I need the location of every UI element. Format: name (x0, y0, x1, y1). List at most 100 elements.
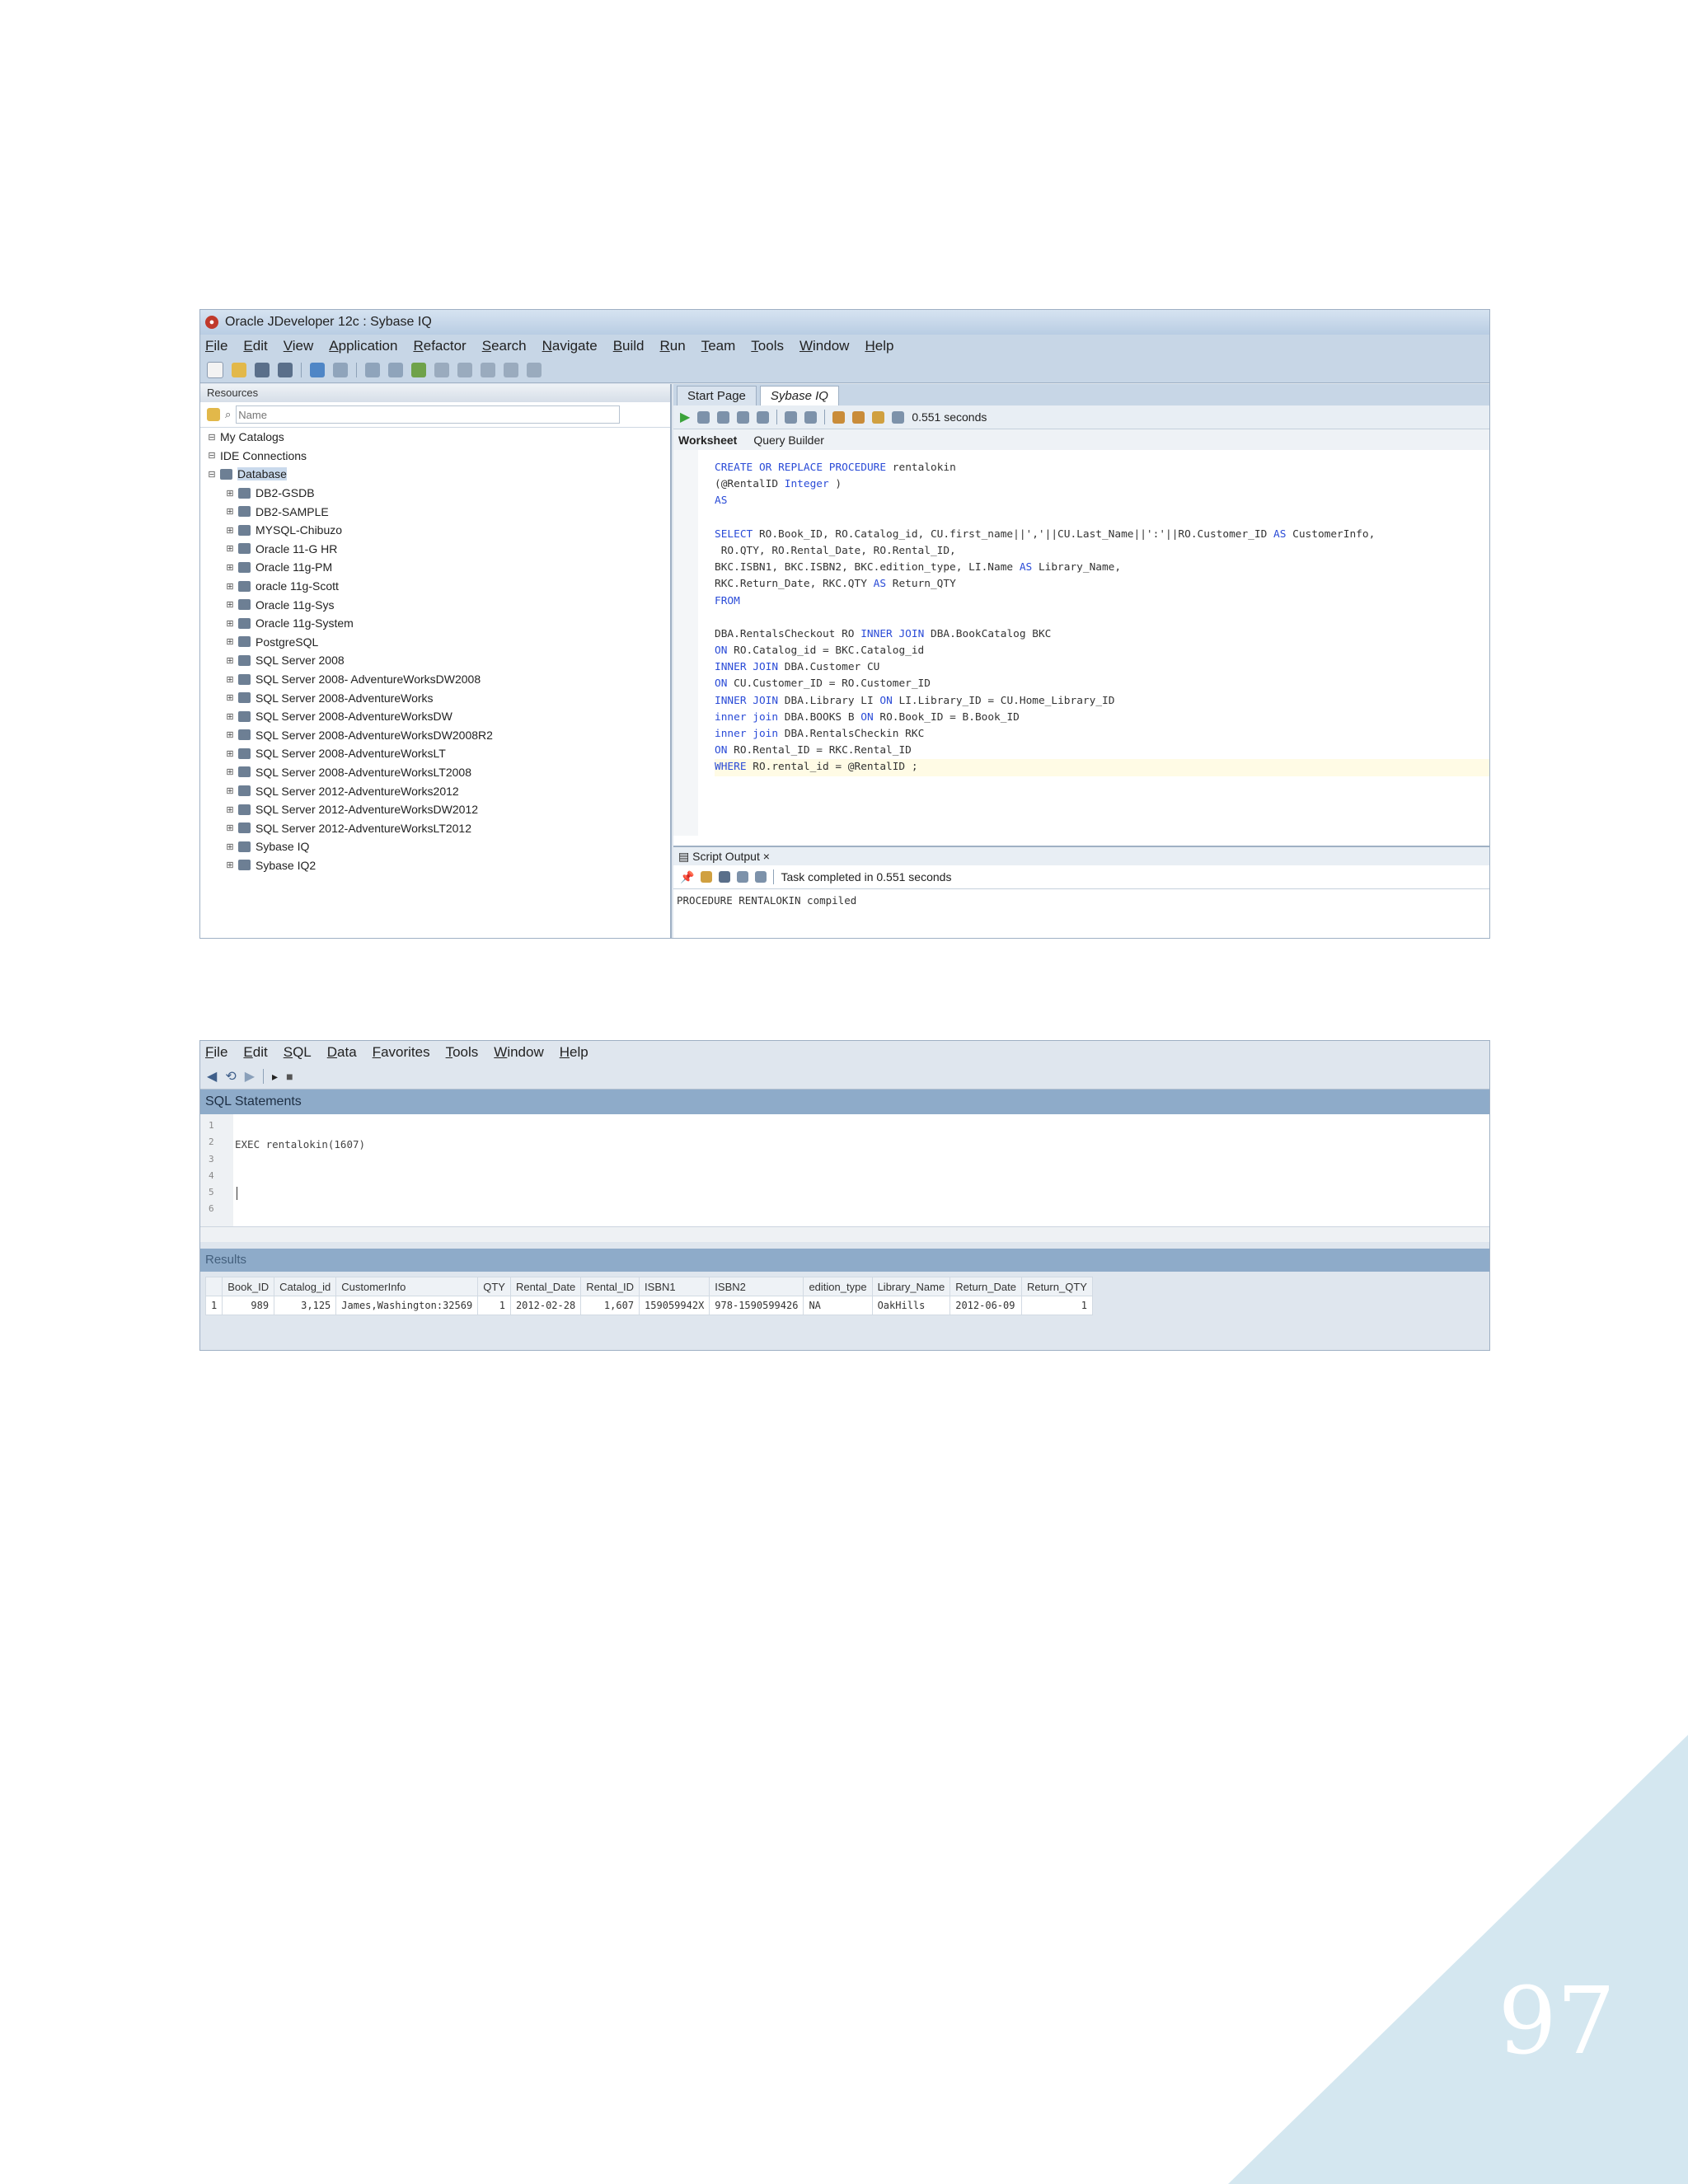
expand-icon[interactable]: ⊞ (225, 581, 235, 592)
collapse-icon[interactable]: ⊟ (207, 450, 217, 461)
menu-view[interactable]: View (284, 338, 314, 354)
back-icon[interactable] (365, 363, 380, 377)
column-header[interactable]: Rental_ID (580, 1277, 640, 1296)
column-header[interactable]: Rental_Date (509, 1277, 582, 1296)
debug-icon[interactable] (504, 363, 518, 377)
menu-run[interactable]: Run (660, 338, 686, 354)
menu-edit[interactable]: Edit (243, 1044, 267, 1061)
menu-navigate[interactable]: Navigate (542, 338, 598, 354)
save-icon[interactable] (255, 363, 270, 377)
table-cell[interactable]: 1,607 (580, 1296, 640, 1315)
script-output-tab[interactable]: ▤ Script Output × (673, 847, 1489, 865)
tree-node-connection[interactable]: ⊞ SQL Server 2008 (200, 651, 670, 670)
expand-icon[interactable]: ⊞ (225, 692, 235, 703)
sql-statement-editor[interactable]: 1 2 3 4 5 6 EXEC rentalokin(1607) (200, 1114, 1489, 1226)
column-header[interactable]: ISBN1 (639, 1277, 710, 1296)
table-cell[interactable]: 2012-06-09 (950, 1296, 1022, 1315)
menu-window[interactable]: Window (494, 1044, 543, 1061)
resources-search-input[interactable] (236, 405, 621, 424)
search-icon[interactable]: ⌕ (225, 408, 231, 421)
table-cell[interactable]: NA (803, 1296, 873, 1315)
row-number-cell[interactable]: 1 (204, 1296, 223, 1315)
profile-icon[interactable] (527, 363, 542, 377)
expand-icon[interactable]: ⊞ (225, 562, 235, 573)
expand-icon[interactable]: ⊞ (225, 748, 235, 759)
menu-data[interactable]: Data (327, 1044, 357, 1061)
sql-tuning-icon[interactable] (892, 410, 905, 424)
expand-icon[interactable]: ⊞ (225, 506, 235, 517)
table-cell[interactable]: 978-1590599426 (709, 1296, 804, 1315)
menu-favorites[interactable]: Favorites (373, 1044, 430, 1061)
undo-icon[interactable] (310, 363, 325, 377)
menu-file[interactable]: File (205, 338, 227, 354)
menu-tools[interactable]: Tools (446, 1044, 479, 1061)
autotrace-icon[interactable] (785, 410, 798, 424)
clear-icon[interactable] (804, 410, 818, 424)
tree-node-connection[interactable]: ⊞ SQL Server 2012-AdventureWorks2012 (200, 781, 670, 800)
table-row[interactable]: 1 989 3,125 James,Washington:32569 1 2012-02-… (204, 1296, 1093, 1315)
tab-worksheet[interactable]: Worksheet (678, 434, 737, 447)
menu-sql[interactable]: SQL (284, 1044, 312, 1061)
column-header[interactable]: CustomerInfo (335, 1277, 479, 1296)
tree-node-connection[interactable]: ⊞ SQL Server 2012-AdventureWorksDW2012 (200, 800, 670, 819)
column-header[interactable]: Book_ID (222, 1277, 275, 1296)
expand-icon[interactable]: ⊞ (225, 618, 235, 629)
tree-node-database[interactable]: ⊟ Database (200, 465, 670, 484)
menu-help[interactable]: Help (560, 1044, 588, 1061)
open-folder-icon[interactable] (232, 363, 246, 377)
menu-search[interactable]: Search (482, 338, 527, 354)
pin-icon[interactable]: 📌 (680, 870, 694, 884)
back-icon[interactable]: ◀ (207, 1068, 217, 1085)
run-statement-icon[interactable]: ▶ (680, 409, 690, 425)
column-header[interactable]: Library_Name (871, 1277, 951, 1296)
menu-team[interactable]: Team (701, 338, 736, 354)
expand-icon[interactable]: ⊞ (225, 711, 235, 722)
rollback-icon[interactable] (737, 410, 750, 424)
save-icon[interactable] (719, 871, 731, 883)
tree-node-connection[interactable]: ⊞ SQL Server 2012-AdventureWorksLT2012 (200, 818, 670, 837)
run-icon[interactable] (411, 363, 426, 377)
tree-node-connection[interactable]: ⊞ SQL Server 2008-AdventureWorks (200, 688, 670, 707)
collapse-icon[interactable]: ⊟ (207, 469, 217, 480)
column-header[interactable]: edition_type (803, 1277, 873, 1296)
tree-node-connection[interactable]: ⊞ SQL Server 2008- AdventureWorksDW2008 (200, 670, 670, 689)
rebuild-icon[interactable] (457, 363, 472, 377)
menu-tools[interactable]: Tools (751, 338, 784, 354)
menu-edit[interactable]: Edit (243, 338, 267, 354)
table-cell[interactable]: OakHills (871, 1296, 951, 1315)
sql-worksheet-editor[interactable]: CREATE OR REPLACE PROCEDURE rentalokin (@… (673, 450, 1489, 836)
tree-node-connection[interactable]: ⊞ SQL Server 2008-AdventureWorksDW (200, 707, 670, 726)
expand-icon[interactable]: ⊞ (225, 823, 235, 833)
tree-node-connection[interactable]: ⊞ SQL Server 2008-AdventureWorksDW2008R2 (200, 726, 670, 745)
eraser-icon[interactable] (701, 871, 713, 883)
execute-icon[interactable]: ▸ (272, 1070, 278, 1084)
tree-node-connection[interactable]: ⊞ Oracle 11-G HR (200, 540, 670, 559)
tree-node-connection[interactable]: ⊞ oracle 11g-Scott (200, 577, 670, 596)
expand-icon[interactable]: ⊞ (225, 785, 235, 796)
forward-icon[interactable] (388, 363, 403, 377)
column-header[interactable]: QTY (477, 1277, 511, 1296)
tab-sybase-iq[interactable]: Sybase IQ (759, 386, 839, 405)
history-icon[interactable]: ⟲ (225, 1068, 236, 1085)
tree-node-connection[interactable]: ⊞ Sybase IQ (200, 837, 670, 856)
buffer-size-icon[interactable] (755, 871, 767, 883)
tree-node-connection[interactable]: ⊞ PostgreSQL (200, 633, 670, 652)
column-header[interactable]: Return_Date (950, 1277, 1022, 1296)
table-cell[interactable]: 989 (222, 1296, 275, 1315)
tab-query-builder[interactable]: Query Builder (753, 434, 824, 447)
tree-node-ide-connections[interactable]: ⊟ IDE Connections (200, 447, 670, 466)
column-header[interactable]: Catalog_id (274, 1277, 337, 1296)
tree-node-connection[interactable]: ⊞ MYSQL-Chibuzo (200, 521, 670, 540)
redo-icon[interactable] (333, 363, 348, 377)
close-icon[interactable]: × (763, 850, 770, 863)
forward-icon[interactable]: ▶ (245, 1068, 255, 1085)
table-cell[interactable]: 3,125 (274, 1296, 337, 1315)
tree-node-connection[interactable]: ⊞ Oracle 11g-PM (200, 558, 670, 577)
tree-node-connection[interactable]: ⊞ DB2-SAMPLE (200, 502, 670, 521)
menu-window[interactable]: Window (799, 338, 849, 354)
run-script-icon[interactable] (697, 410, 710, 424)
history-icon[interactable] (832, 410, 846, 424)
table-cell[interactable]: James,Washington:32569 (335, 1296, 479, 1315)
menu-build[interactable]: Build (613, 338, 645, 354)
expand-icon[interactable]: ⊞ (225, 655, 235, 666)
